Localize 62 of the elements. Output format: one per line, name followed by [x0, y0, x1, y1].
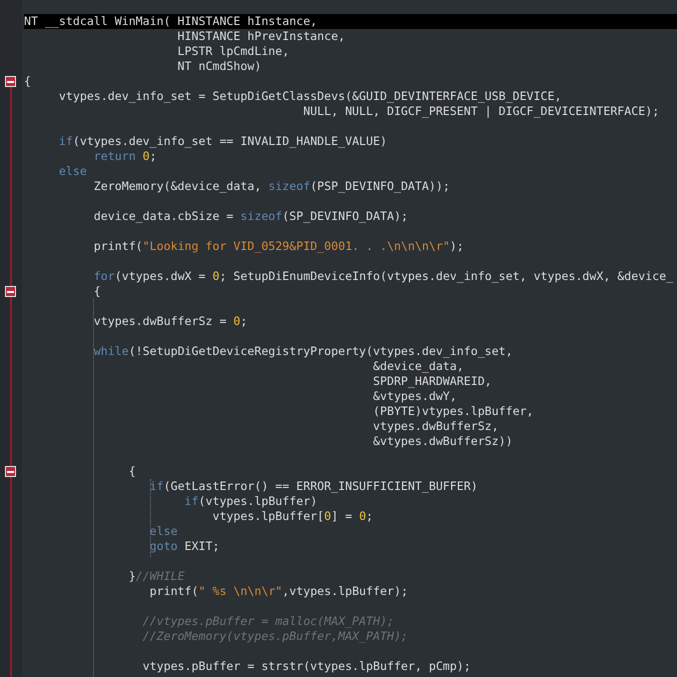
code-keyword: goto: [148, 539, 178, 553]
code-text: &vtypes.dwY,: [372, 389, 457, 403]
code-keyword: sizeof: [240, 209, 282, 223]
code-keyword: while: [92, 344, 129, 358]
code-text: ZeroMemory(&device_data,: [92, 179, 262, 193]
code-text: NT nCmdShow): [176, 59, 262, 73]
code-comment: //ZeroMemory(vtypes.pBuffer,MAX_PATH);: [142, 629, 408, 643]
code-keyword: sizeof: [268, 179, 310, 193]
code-text: (PBYTE)vtypes.lpBuffer,: [372, 404, 534, 418]
collapse-icon[interactable]: [5, 466, 16, 477]
code-text: {: [128, 464, 136, 478]
code-text: );: [450, 239, 464, 253]
code-number: 0: [359, 509, 366, 523]
code-text: SPDRP_HARDWAREID,: [372, 374, 492, 388]
code-text: EXIT;: [184, 539, 220, 553]
code-text: {: [24, 74, 31, 88]
code-keyword: else: [148, 524, 178, 538]
code-text: (vtypes.dwX =: [114, 269, 206, 283]
code-text: &vtypes.dwBufferSz)): [372, 434, 513, 448]
code-text: (vtypes.lpBuffer): [198, 494, 318, 508]
code-text: NULL, NULL, DIGCF_PRESENT | DIGCF_DEVICEINTERFACE);: [302, 104, 660, 118]
code-text: (PSP_DEVINFO_DATA));: [310, 179, 450, 193]
code-string: " %s \n\n\r": [198, 584, 282, 598]
code-text: &device_data,: [372, 359, 464, 373]
code-text: printf(: [148, 584, 199, 598]
code-text: vtypes.dev_info_set = SetupDiGetClassDevs(&GUID_DEVINTERFACE_USB_DEVICE,: [58, 89, 562, 103]
code-text: (vtypes.dev_info_set == INVALID_HANDLE_VALUE): [72, 134, 387, 148]
code-string: "Looking for VID_0529&PID_0001. . .\n\n\n\r": [142, 239, 450, 253]
code-keyword: if: [184, 494, 199, 508]
code-comment: //WHILE: [136, 569, 185, 583]
code-text: printf(: [92, 239, 143, 253]
code-text: ] =: [331, 509, 354, 523]
code-keyword: else: [58, 164, 87, 178]
code-number: 0: [212, 269, 220, 283]
code-keyword: for: [92, 269, 115, 283]
code-text: vtypes.dwBufferSz =: [92, 314, 228, 328]
code-text: vtypes.pBuffer = strstr(vtypes.lpBuffer, pCmp);: [142, 659, 471, 673]
code-text: ;: [240, 314, 248, 328]
code-text: (!SetupDiGetDeviceRegistryProperty(vtypes.dev_info_set,: [128, 344, 513, 358]
code-number: 0: [142, 149, 150, 163]
code-text: (GetLastError() == ERROR_INSUFFICIENT_BUFFER): [164, 479, 478, 493]
code-text: ;: [366, 509, 374, 523]
code-number: 0: [324, 509, 332, 523]
code-text: device_data.cbSize =: [92, 209, 234, 223]
code-keyword: return: [92, 149, 137, 163]
code-text: ; SetupDiEnumDeviceInfo(vtypes.dev_info_set, vtypes.dwX, &device_: [219, 269, 674, 283]
code-text: LPSTR lpCmdLine,: [176, 44, 290, 58]
code-text: (SP_DEVINFO_DATA);: [282, 209, 408, 223]
code-comment: //vtypes.pBuffer = malloc(MAX_PATH);: [142, 614, 394, 628]
code-keyword: if: [58, 134, 73, 148]
code-text: }: [128, 569, 136, 583]
collapse-icon[interactable]: [5, 76, 16, 87]
code-text: ;: [150, 149, 157, 163]
code-text: {: [92, 284, 101, 298]
code-text: NT __stdcall WinMain( HINSTANCE hInstance,: [24, 14, 318, 28]
code-number: 0: [233, 314, 240, 328]
code-text: vtypes.lpBuffer[: [211, 509, 324, 523]
code-text: ,vtypes.lpBuffer);: [282, 584, 408, 598]
code-text: HINSTANCE hPrevInstance,: [176, 29, 346, 43]
collapse-icon[interactable]: [5, 286, 16, 297]
code-text: vtypes.dwBufferSz,: [372, 419, 499, 433]
code-keyword: if: [148, 479, 164, 493]
